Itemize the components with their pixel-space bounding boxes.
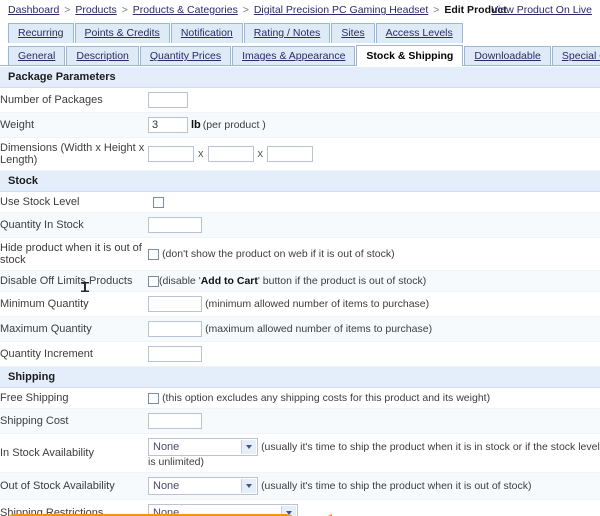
chevron-down-icon[interactable]	[281, 506, 296, 516]
row-number-of-packages: Number of Packages	[0, 87, 600, 113]
disable-off-limits-checkbox[interactable]	[148, 275, 159, 287]
label-quantity-increment: Quantity Increment	[0, 341, 148, 368]
label-minimum-quantity: Minimum Quantity	[0, 291, 148, 318]
tab-bar-primary: General Description Quantity Prices Images …	[0, 45, 600, 66]
label-quantity-in-stock: Quantity In Stock	[0, 212, 148, 238]
row-out-of-stock-availability: Out of Stock Availability None (usually …	[0, 472, 600, 501]
dimension-length-input[interactable]	[267, 146, 313, 162]
disable-off-limits-hint: (disable 'Add to Cart' button if the pro…	[159, 275, 426, 287]
dimension-width-input[interactable]	[148, 146, 194, 162]
label-maximum-quantity: Maximum Quantity	[0, 316, 148, 343]
label-hide-product: Hide product when it is out of stock	[0, 237, 148, 271]
tab-underline	[0, 65, 600, 66]
section-header-shipping: Shipping	[0, 366, 600, 389]
row-weight: Weight lb(per product )	[0, 112, 600, 138]
breadcrumb-separator: >	[242, 4, 249, 16]
tab-description[interactable]: Description	[66, 46, 139, 66]
chevron-down-icon[interactable]	[241, 479, 256, 494]
tab-general[interactable]: General	[8, 46, 66, 66]
tab-recurring[interactable]: Recurring	[8, 23, 74, 43]
tab-bar-secondary: Recurring Points & Credits Notification Rat…	[0, 23, 600, 44]
label-disable-off-limits: Disable Off Limits Products	[0, 270, 148, 293]
breadcrumb-separator: >	[64, 4, 71, 16]
maximum-quantity-hint: (maximum allowed number of items to purc…	[205, 323, 433, 336]
row-shipping-restrictions: Shipping Restrictions None	[0, 499, 600, 516]
label-use-stock-level: Use Stock Level	[0, 191, 148, 213]
quantity-in-stock-input[interactable]	[148, 217, 202, 233]
label-free-shipping: Free Shipping	[0, 387, 148, 410]
section-title: Package Parameters	[0, 67, 600, 88]
row-disable-off-limits: Disable Off Limits Products (disable 'Ad…	[0, 270, 600, 293]
hint-prefix: (disable '	[159, 275, 201, 288]
tab-images-appearance[interactable]: Images & Appearance	[232, 46, 356, 66]
tab-downloadable[interactable]: Downloadable	[464, 46, 551, 66]
hint-suffix: ' button if the product is out of stock)	[257, 275, 427, 288]
breadcrumb-separator: >	[121, 4, 128, 16]
label-weight: Weight	[0, 112, 148, 138]
breadcrumb-item-dashboard[interactable]: Dashboard	[8, 4, 59, 16]
breadcrumb: Dashboard > Products > Products & Catego…	[0, 0, 600, 19]
row-shipping-cost: Shipping Cost	[0, 408, 600, 435]
tab-access-levels[interactable]: Access Levels	[375, 23, 463, 43]
label-shipping-cost: Shipping Cost	[0, 408, 148, 435]
row-quantity-in-stock: Quantity In Stock	[0, 212, 600, 238]
number-of-packages-input[interactable]	[148, 92, 188, 108]
hide-product-checkbox[interactable]	[148, 248, 159, 260]
use-stock-level-checkbox[interactable]	[153, 196, 164, 208]
dimension-height-input[interactable]	[207, 146, 254, 162]
section-title: Stock	[0, 170, 600, 192]
stock-shipping-form: Package Parameters Number of Packages We…	[0, 67, 600, 516]
quantity-increment-input[interactable]	[148, 346, 202, 363]
weight-hint: (per product )	[202, 119, 266, 131]
row-dimensions: Dimensions (Width x Height x Length) x x	[0, 137, 600, 171]
minimum-quantity-hint: (minimum allowed number of items to purc…	[205, 298, 430, 311]
out-of-stock-availability-hint: (usually it's time to ship the product w…	[261, 480, 532, 493]
section-header-package-parameters: Package Parameters	[0, 67, 600, 88]
tab-sites[interactable]: Sites	[331, 23, 375, 43]
chevron-down-icon[interactable]	[241, 440, 256, 455]
tab-quantity-prices[interactable]: Quantity Prices	[139, 46, 232, 66]
tab-notification[interactable]: Notification	[170, 23, 243, 43]
dimension-separator: x	[257, 147, 264, 160]
weight-input[interactable]	[148, 117, 188, 133]
label-number-of-packages: Number of Packages	[0, 87, 148, 113]
breadcrumb-item-products-categories[interactable]: Products & Categories	[133, 4, 238, 16]
row-quantity-increment: Quantity Increment	[0, 341, 600, 368]
weight-unit-label: lb	[191, 118, 201, 131]
in-stock-availability-select[interactable]: None	[148, 438, 258, 457]
section-title: Shipping	[0, 366, 600, 389]
dimension-separator: x	[198, 147, 204, 160]
label-out-of-stock-availability: Out of Stock Availability	[0, 472, 148, 501]
breadcrumb-separator: >	[433, 4, 440, 16]
tab-special-offer[interactable]: Special Offer	[551, 46, 600, 66]
hide-product-hint: (don't show the product on web if it is …	[162, 248, 395, 261]
section-header-stock: Stock	[0, 170, 600, 192]
maximum-quantity-input[interactable]	[148, 321, 202, 338]
out-of-stock-availability-select[interactable]: None	[148, 477, 258, 496]
label-dimensions: Dimensions (Width x Height x Length)	[0, 137, 148, 171]
row-free-shipping: Free Shipping (this option excludes any …	[0, 387, 600, 410]
row-minimum-quantity: Minimum Quantity (minimum allowed number…	[0, 291, 600, 318]
free-shipping-hint: (this option excludes any shipping costs…	[162, 392, 491, 405]
tab-points-credits[interactable]: Points & Credits	[74, 23, 170, 43]
row-use-stock-level: Use Stock Level	[0, 191, 600, 213]
label-in-stock-availability: In Stock Availability	[0, 433, 148, 474]
row-in-stock-availability: In Stock Availability None (usually it's…	[0, 433, 600, 474]
tab-rating-notes[interactable]: Rating / Notes	[243, 23, 331, 43]
tab-stock-shipping[interactable]: Stock & Shipping	[356, 45, 464, 66]
label-shipping-restrictions: Shipping Restrictions	[0, 499, 148, 516]
shipping-cost-input[interactable]	[148, 413, 202, 430]
minimum-quantity-input[interactable]	[148, 296, 202, 313]
row-maximum-quantity: Maximum Quantity (maximum allowed number…	[0, 316, 600, 343]
row-hide-product-out-of-stock: Hide product when it is out of stock (do…	[0, 237, 600, 271]
shipping-restrictions-select[interactable]: None	[148, 504, 298, 516]
free-shipping-checkbox[interactable]	[148, 392, 159, 404]
hint-bold: Add to Cart	[200, 275, 258, 288]
view-product-on-live-link[interactable]: View Product On Live	[491, 4, 592, 16]
breadcrumb-item-products[interactable]: Products	[75, 4, 116, 16]
breadcrumb-item-product-name[interactable]: Digital Precision PC Gaming Headset	[254, 4, 429, 16]
select-value: None	[153, 507, 180, 516]
